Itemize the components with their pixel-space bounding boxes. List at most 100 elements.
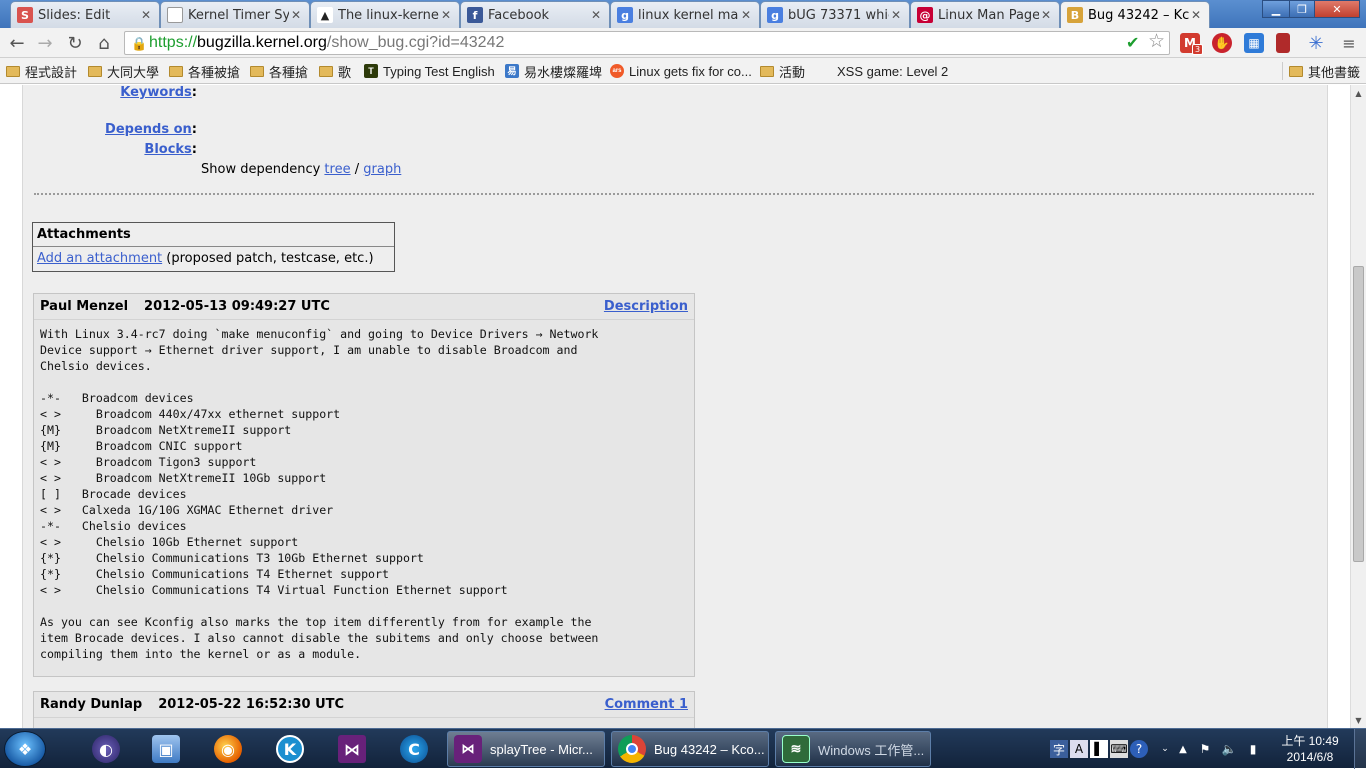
star-icon[interactable]: ☆: [1148, 30, 1165, 52]
maximize-button[interactable]: ❐: [1289, 0, 1315, 18]
system-clock[interactable]: 上午 10:49 2014/6/8: [1275, 733, 1345, 765]
folder-icon: [250, 65, 264, 77]
visual-studio-icon[interactable]: ⋈: [326, 732, 378, 766]
task-label: Bug 43242 – Kco...: [654, 741, 765, 757]
task-label: splayTree - Micr...: [490, 741, 593, 757]
ime-width-icon[interactable]: ▌: [1090, 740, 1108, 758]
help-icon[interactable]: ?: [1130, 740, 1148, 758]
vertical-scrollbar[interactable]: ▲ ▼: [1350, 85, 1366, 728]
tab-label: linux kernel mailir: [638, 7, 739, 23]
blocks-label[interactable]: Blocks:: [80, 142, 197, 157]
scroll-down-arrow-icon[interactable]: ▼: [1351, 712, 1366, 728]
close-window-button[interactable]: ✕: [1314, 0, 1360, 18]
close-icon[interactable]: ✕: [739, 8, 753, 22]
tab-label: The linux-kernel m: [338, 7, 439, 23]
keywords-label[interactable]: Keywords:: [80, 85, 197, 100]
bookmark-link[interactable]: ars Linux gets fix for co...: [610, 62, 752, 80]
tab-google-2[interactable]: g bUG 73371 which ✕: [760, 1, 910, 28]
close-icon[interactable]: ✕: [1189, 8, 1203, 22]
dependency-links: Show dependency tree / graph: [201, 162, 401, 177]
forward-arrow-icon[interactable]: →: [34, 33, 56, 54]
depends-label-text: Depends on: [105, 122, 192, 137]
calendar-icon[interactable]: ▦: [1244, 33, 1264, 53]
other-bookmarks[interactable]: 其他書籤: [1282, 62, 1360, 80]
bookmark-label: 歌: [338, 64, 352, 80]
bookmarks-bar: 程式設計 大同大學 各種被搶 各種搶 歌 T Typing Test Englis…: [0, 58, 1366, 84]
close-icon[interactable]: ✕: [889, 8, 903, 22]
clock-date: 2014/6/8: [1286, 750, 1334, 764]
bookmark-folder[interactable]: 大同大學: [88, 62, 159, 80]
add-attachment-link[interactable]: Add an attachment: [37, 251, 162, 266]
bookmark-folder[interactable]: 各種搶: [250, 62, 308, 80]
firefox-icon[interactable]: ◉: [202, 732, 254, 766]
scroll-thumb[interactable]: [1353, 266, 1364, 562]
adblock-icon[interactable]: ✋: [1212, 33, 1232, 53]
dependency-graph-link[interactable]: graph: [363, 162, 401, 177]
close-icon[interactable]: ✕: [1039, 8, 1053, 22]
url-scheme: https://: [149, 34, 198, 51]
kmplayer-icon[interactable]: K: [264, 732, 316, 766]
show-desktop-button[interactable]: [1354, 729, 1366, 769]
bookmark-folder[interactable]: 程式設計: [6, 62, 77, 80]
bookmark-ext-icon[interactable]: [1276, 33, 1290, 53]
bookmark-label: XSS game: Level 2: [837, 63, 949, 79]
translate-icon[interactable]: ✳: [1306, 33, 1326, 54]
tab-kernel-timer[interactable]: Kernel Timer Syst ✕: [160, 1, 310, 28]
flag-icon[interactable]: ⚑: [1196, 740, 1214, 758]
virtualbox-icon[interactable]: ▣: [140, 732, 192, 766]
qq-icon[interactable]: C: [388, 732, 440, 766]
network-icon[interactable]: ▮: [1244, 740, 1262, 758]
url-path: /show_bug.cgi?id=43242: [326, 34, 505, 51]
bookmark-link[interactable]: XSS game: Level 2: [818, 62, 948, 80]
dependency-tree-link[interactable]: tree: [324, 162, 350, 177]
home-icon[interactable]: ⌂: [93, 33, 115, 54]
ime-arrow-icon[interactable]: ⌄: [1156, 740, 1174, 758]
document-icon: [167, 7, 183, 23]
task-chrome[interactable]: Bug 43242 – Kco...: [611, 731, 769, 767]
bugzilla-icon: B: [1067, 7, 1083, 23]
comment-author[interactable]: Paul Menzel: [40, 299, 128, 314]
comment-permalink[interactable]: Comment 1: [605, 697, 688, 712]
close-icon[interactable]: ✕: [139, 8, 153, 22]
minimize-button[interactable]: ▁: [1262, 0, 1290, 18]
tab-label: Linux Man Pages: [938, 7, 1039, 23]
menu-icon[interactable]: ≡: [1338, 33, 1360, 53]
close-icon[interactable]: ✕: [589, 8, 603, 22]
tab-bugzilla[interactable]: B Bug 43242 – Kcon ✕: [1060, 1, 1210, 28]
comment-permalink[interactable]: Description: [604, 299, 688, 314]
ime-icon[interactable]: 字: [1050, 740, 1068, 758]
ime-keyboard-icon[interactable]: ⌨: [1110, 740, 1128, 758]
task-visual-studio[interactable]: ⋈ splayTree - Micr...: [447, 731, 605, 767]
debian-icon: @: [917, 7, 933, 23]
task-label: Windows 工作管...: [818, 742, 925, 758]
address-bar[interactable]: 🔒 https://bugzilla.kernel.org/show_bug.c…: [124, 31, 1170, 55]
scroll-up-arrow-icon[interactable]: ▲: [1351, 85, 1366, 101]
start-button[interactable]: ❖: [4, 731, 46, 767]
bookmark-folder[interactable]: 各種被搶: [169, 62, 240, 80]
tab-linux-kernel[interactable]: ▲ The linux-kernel m ✕: [310, 1, 460, 28]
task-task-manager[interactable]: ≋ Windows 工作管...: [775, 731, 931, 767]
back-arrow-icon[interactable]: ←: [6, 33, 28, 54]
bookmark-folder[interactable]: 歌: [319, 62, 351, 80]
bookmark-folder[interactable]: 活動: [760, 62, 805, 80]
bookmark-label: Linux gets fix for co...: [629, 63, 752, 79]
comment-text: With Linux 3.4-rc7 doing `make menuconfi…: [40, 327, 599, 661]
comment-author[interactable]: Randy Dunlap: [40, 697, 142, 712]
tab-man-pages[interactable]: @ Linux Man Pages ✕: [910, 1, 1060, 28]
depends-on-label[interactable]: Depends on:: [60, 122, 197, 137]
volume-icon[interactable]: 🔈: [1220, 740, 1238, 758]
tab-google-1[interactable]: g linux kernel mailir ✕: [610, 1, 760, 28]
show-hidden-icons[interactable]: ▲: [1174, 740, 1192, 758]
tab-slides[interactable]: S Slides: Edit ✕: [10, 1, 160, 28]
bookmark-link[interactable]: 易易水樓燦羅埤: [505, 62, 602, 80]
tab-label: Slides: Edit: [38, 7, 111, 23]
eclipse-icon[interactable]: ◐: [80, 732, 132, 766]
reload-icon[interactable]: ↻: [64, 33, 86, 54]
comment-time: 2012-05-22 16:52:30 UTC: [158, 697, 345, 712]
check-icon[interactable]: ✔: [1126, 33, 1139, 52]
close-icon[interactable]: ✕: [289, 8, 303, 22]
bookmark-link[interactable]: T Typing Test English: [364, 62, 495, 80]
tab-facebook[interactable]: f Facebook ✕: [460, 1, 610, 28]
ime-mode-icon[interactable]: A: [1070, 740, 1088, 758]
close-icon[interactable]: ✕: [439, 8, 453, 22]
